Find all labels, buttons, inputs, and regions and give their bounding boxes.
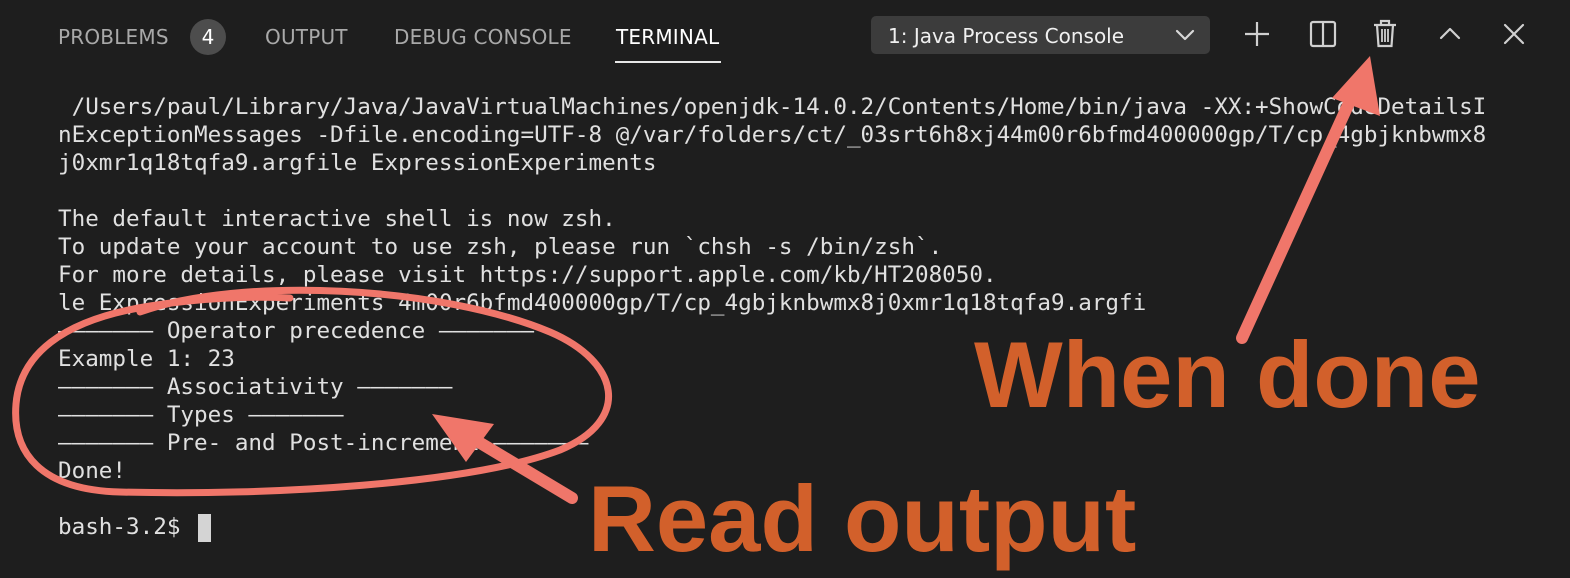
terminal-select-dropdown[interactable]: 1: Java Process Console [871,16,1210,54]
annotation-when-done: When done [974,322,1481,427]
problems-count-badge: 4 [190,19,226,55]
terminal-line: ——————— Operator precedence ——————— [58,318,535,344]
tab-terminal-label: TERMINAL [616,25,720,49]
terminal-line: For more details, please visit https://s… [58,262,997,288]
new-terminal-button[interactable] [1237,14,1277,54]
maximize-panel-button[interactable] [1430,14,1470,54]
terminal-line: ——————— Pre- and Post-increment ——————— [58,430,589,456]
terminal-line: Example 1: 23 [58,346,235,372]
tab-debug-console-label: DEBUG CONSOLE [394,25,572,49]
close-icon [1503,23,1525,45]
active-tab-indicator [615,61,721,63]
terminal-line: The default interactive shell is now zsh… [58,206,616,232]
close-panel-button[interactable] [1494,14,1534,54]
tab-problems-label: PROBLEMS [58,25,169,49]
chevron-down-icon [1175,29,1195,41]
split-terminal-button[interactable] [1303,14,1343,54]
split-icon [1309,20,1337,48]
terminal-select-value: 1: Java Process Console [888,24,1125,48]
tab-terminal[interactable]: TERMINAL [616,22,719,52]
kill-terminal-button[interactable] [1365,14,1405,54]
chevron-up-icon [1439,27,1461,40]
terminal-line: To update your account to use zsh, pleas… [58,234,943,260]
trash-icon [1374,19,1396,48]
terminal-panel: PROBLEMS 4 OUTPUT DEBUG CONSOLE TERMINAL… [0,0,1570,578]
tab-output[interactable]: OUTPUT [265,22,348,52]
terminal-prompt[interactable]: bash-3.2$ [58,513,194,541]
terminal-cursor [198,514,211,542]
terminal-line: ——————— Types ——————— [58,402,344,428]
terminal-line: Done! [58,458,127,484]
tab-debug-console[interactable]: DEBUG CONSOLE [394,22,572,52]
annotation-read-output: Read output [588,466,1137,571]
tab-problems[interactable]: PROBLEMS [58,22,169,52]
terminal-line: /Users/paul/Library/Java/JavaVirtualMach… [58,94,1487,120]
terminal-line: ——————— Associativity ——————— [58,374,453,400]
terminal-line: le ExpressionExperiments 4m00r6bfmd40000… [58,290,1147,316]
terminal-line: nExceptionMessages -Dfile.encoding=UTF-8… [58,122,1487,148]
tab-output-label: OUTPUT [265,25,348,49]
terminal-line: j0xmr1q18tqfa9.argfile ExpressionExperim… [58,150,657,176]
plus-icon [1245,22,1269,46]
